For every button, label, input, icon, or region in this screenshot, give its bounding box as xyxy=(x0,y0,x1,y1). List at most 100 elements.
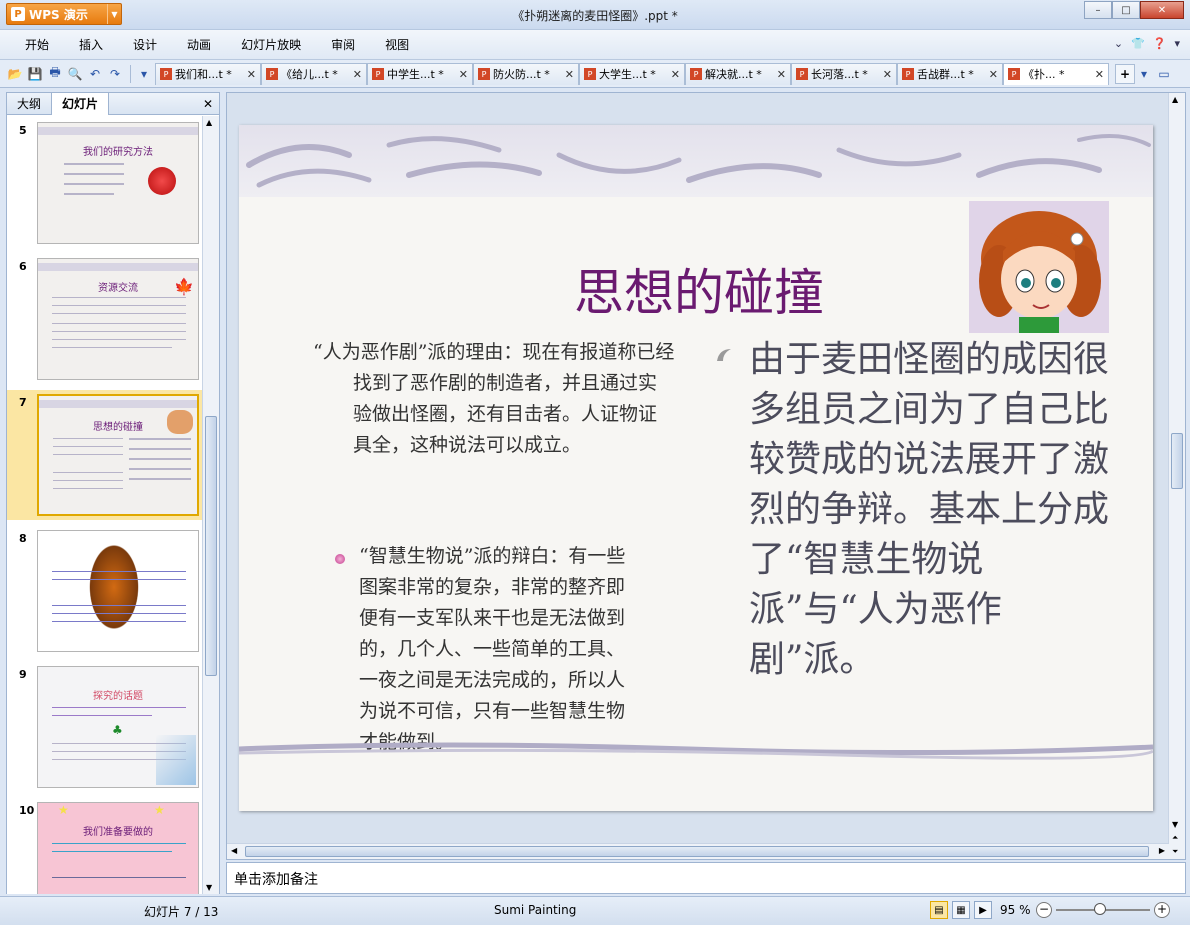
close-icon[interactable]: ✕ xyxy=(459,68,468,81)
status-bar: 幻灯片 7 / 13 Sumi Painting ▤ ▦ ▶ 95 % − + xyxy=(0,896,1190,925)
close-icon[interactable]: ✕ xyxy=(203,97,213,111)
scroll-up-icon[interactable]: ▲ xyxy=(206,118,212,127)
thumb-text-line xyxy=(129,438,191,440)
thumb-text-line xyxy=(53,446,123,447)
zoom-out-button[interactable]: − xyxy=(1036,902,1052,918)
girl-cartoon-image[interactable] xyxy=(969,201,1109,333)
thumb-text-line xyxy=(53,472,123,473)
thumb-decoration xyxy=(38,263,198,271)
slideshow-icon[interactable]: ▶ xyxy=(974,901,992,919)
menu-bar: 开始 插入 设计 动画 幻灯片放映 审阅 视图 ⌄ 👕 ❓ ▾ xyxy=(0,30,1190,60)
thumbnail-row[interactable]: 10 我们准备要做的 ★ ★ xyxy=(7,798,203,894)
menu-insert[interactable]: 插入 xyxy=(64,30,118,60)
tab-outline[interactable]: 大纲 xyxy=(7,93,51,115)
thumbnail-row-selected[interactable]: 7 思想的碰撞 xyxy=(7,390,203,520)
slide-thumbnail[interactable] xyxy=(37,530,199,652)
thumbnail-row[interactable]: 6 资源交流 🍁 xyxy=(7,254,203,384)
doc-tab[interactable]: P 长河落...t * ✕ xyxy=(791,62,897,85)
star-icon: ★ xyxy=(154,803,165,817)
customize-toolbar-icon[interactable]: ▾ xyxy=(135,65,153,83)
editor-horizontal-scrollbar[interactable]: ◀ ▶ xyxy=(227,843,1169,859)
menu-design[interactable]: 设计 xyxy=(118,30,172,60)
menu-review[interactable]: 审阅 xyxy=(316,30,370,60)
close-icon[interactable]: ✕ xyxy=(247,68,256,81)
tab-slides[interactable]: 幻灯片 xyxy=(51,92,110,115)
doc-tab[interactable]: P 中学生...t * ✕ xyxy=(367,62,473,85)
slide-canvas[interactable]: 思想的碰撞 “人为恶作剧”派的理由：现在有报道称已经找到了恶作剧的制造者，并且通… xyxy=(239,125,1153,811)
close-icon[interactable]: ✕ xyxy=(1095,68,1104,81)
thumbnail-row[interactable]: 5 我们的研究方法 xyxy=(7,118,203,248)
slide-thumbnail[interactable]: 我们的研究方法 xyxy=(37,122,199,244)
menu-view[interactable]: 视图 xyxy=(370,30,424,60)
print-preview-icon[interactable]: 🔍 xyxy=(66,65,84,83)
divider xyxy=(130,64,131,83)
scroll-down-icon[interactable]: ▼ xyxy=(1172,820,1178,829)
redo-icon[interactable]: ↷ xyxy=(106,65,124,83)
zoom-level[interactable]: 95 % xyxy=(1000,903,1031,917)
chevron-down-icon[interactable]: ▾ xyxy=(1174,37,1180,50)
thumb-text-line xyxy=(52,347,172,348)
save-icon[interactable]: 💾 xyxy=(26,65,44,83)
skin-icon[interactable]: 👕 xyxy=(1131,37,1145,50)
doc-tab[interactable]: P 大学生...t * ✕ xyxy=(579,62,685,85)
prev-slide-icon[interactable]: ⏶ xyxy=(1172,833,1178,843)
help-icon[interactable]: ❓ xyxy=(1153,37,1167,50)
slide-thumbnail[interactable]: 思想的碰撞 xyxy=(37,394,199,516)
close-icon[interactable]: ✕ xyxy=(883,68,892,81)
menu-slideshow[interactable]: 幻灯片放映 xyxy=(226,30,316,60)
close-window-button[interactable]: ✕ xyxy=(1140,1,1184,19)
print-icon[interactable]: 🖶 xyxy=(46,65,64,83)
close-icon[interactable]: ✕ xyxy=(565,68,574,81)
close-icon[interactable]: ✕ xyxy=(671,68,680,81)
slide-thumbnail[interactable]: 我们准备要做的 ★ ★ xyxy=(37,802,199,894)
zoom-in-button[interactable]: + xyxy=(1154,902,1170,918)
open-icon[interactable]: 📂 xyxy=(6,65,24,83)
scroll-right-icon[interactable]: ▶ xyxy=(1159,846,1165,855)
doc-tab[interactable]: P 我们和...t * ✕ xyxy=(155,62,261,85)
panel-vertical-scrollbar[interactable]: ▲ ▼ xyxy=(202,116,219,894)
chevron-down-icon[interactable]: ▾ xyxy=(1135,65,1153,83)
close-icon[interactable]: ✕ xyxy=(989,68,998,81)
menu-animation[interactable]: 动画 xyxy=(172,30,226,60)
undo-icon[interactable]: ↶ xyxy=(86,65,104,83)
scroll-up-icon[interactable]: ▲ xyxy=(1172,95,1178,104)
middle-text-box[interactable]: “智慧生物说”派的辩白：有一些图案非常的复杂，非常的整齐即便有一支军队来干也是无… xyxy=(335,541,641,758)
tab-list-icon[interactable]: ▭ xyxy=(1155,65,1173,83)
scroll-down-icon[interactable]: ▼ xyxy=(206,883,212,892)
thumb-text-line xyxy=(52,877,186,878)
scrollbar-thumb[interactable] xyxy=(245,846,1149,857)
thumb-text-line xyxy=(129,448,191,450)
notes-pane[interactable]: 单击添加备注 xyxy=(226,862,1186,894)
doc-tab[interactable]: P 《给儿...t * ✕ xyxy=(261,62,367,85)
scrollbar-thumb[interactable] xyxy=(205,416,217,676)
close-icon[interactable]: ✕ xyxy=(777,68,786,81)
swirl-decoration xyxy=(156,735,196,785)
right-text-box[interactable]: 由于麦田怪圈的成因很多组员之间为了自己比较赞成的说法展开了激烈的争辩。基本上分成… xyxy=(749,335,1109,685)
scrollbar-thumb[interactable] xyxy=(1171,433,1183,489)
quick-toolbar-and-tabs: 📂 💾 🖶 🔍 ↶ ↷ ▾ P 我们和...t * ✕ P 《给儿...t * ✕ P中… xyxy=(0,60,1190,88)
thumbnail-row[interactable]: 9 探究的话题 ♣ xyxy=(7,662,203,792)
editor-vertical-scrollbar[interactable]: ▲ ▼ ⏶ ⏷ xyxy=(1168,93,1185,859)
normal-view-icon[interactable]: ▤ xyxy=(930,901,948,919)
zoom-slider-handle[interactable] xyxy=(1094,903,1106,915)
slide-editor: 思想的碰撞 “人为恶作剧”派的理由：现在有报道称已经找到了恶作剧的制造者，并且通… xyxy=(226,92,1186,860)
doc-tab[interactable]: P 舌战群...t * ✕ xyxy=(897,62,1003,85)
ppt-file-icon: P xyxy=(160,68,172,80)
slide-thumbnail[interactable]: 资源交流 🍁 xyxy=(37,258,199,380)
left-text-box[interactable]: “人为恶作剧”派的理由：现在有报道称已经找到了恶作剧的制造者，并且通过实验做出怪… xyxy=(313,337,675,461)
slide-sorter-icon[interactable]: ▦ xyxy=(952,901,970,919)
slide-title[interactable]: 思想的碰撞 xyxy=(509,253,889,325)
new-tab-button[interactable]: + xyxy=(1115,63,1135,84)
next-slide-icon[interactable]: ⏷ xyxy=(1172,847,1178,857)
maximize-button[interactable]: □ xyxy=(1112,1,1140,19)
slide-thumbnail[interactable]: 探究的话题 ♣ xyxy=(37,666,199,788)
minimize-button[interactable]: – xyxy=(1084,1,1112,19)
doc-tab-active[interactable]: P 《扑... * ✕ xyxy=(1003,62,1109,85)
thumbnail-row[interactable]: 8 xyxy=(7,526,203,656)
chevron-down-icon[interactable]: ⌄ xyxy=(1114,37,1123,50)
doc-tab[interactable]: P 防火防...t * ✕ xyxy=(473,62,579,85)
menu-home[interactable]: 开始 xyxy=(10,30,64,60)
close-icon[interactable]: ✕ xyxy=(353,68,362,81)
doc-tab[interactable]: P 解决就...t * ✕ xyxy=(685,62,791,85)
scroll-left-icon[interactable]: ◀ xyxy=(231,846,237,855)
